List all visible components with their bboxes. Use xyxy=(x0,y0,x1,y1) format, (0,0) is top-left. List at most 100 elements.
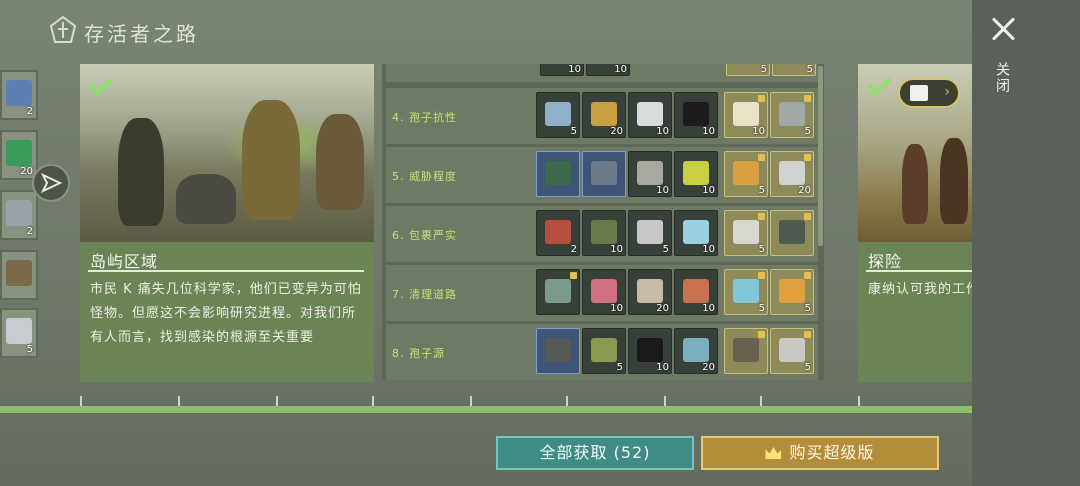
reward-slot[interactable]: 10 xyxy=(724,92,768,138)
reward-slot[interactable]: 5 xyxy=(724,210,768,256)
item-count: 10 xyxy=(610,244,623,255)
reward-row-label: 4. 孢子抗性 xyxy=(392,111,457,124)
completed-check-icon xyxy=(88,70,114,96)
progress-tick xyxy=(178,396,180,406)
notes-button[interactable]: › xyxy=(898,78,960,108)
reward-slot[interactable]: 10 xyxy=(628,328,672,374)
reward-row-partial: 10 10 5 5 xyxy=(386,64,818,82)
reward-slot[interactable]: 20 xyxy=(674,328,718,374)
item-count: 10 xyxy=(702,244,715,255)
assault-rifle-icon xyxy=(779,220,805,244)
item-count: 10 xyxy=(752,126,765,137)
reward-slot[interactable]: 5 xyxy=(582,328,626,374)
progress-track xyxy=(0,396,972,413)
item-count: 2 xyxy=(570,244,577,255)
item-count: 10 xyxy=(702,303,715,314)
reward-slot[interactable] xyxy=(536,269,580,315)
left-reward-slot[interactable]: 20 xyxy=(0,130,38,180)
reward-slot[interactable]: 5 xyxy=(724,269,768,315)
reward-slot[interactable]: 20 xyxy=(582,92,626,138)
reward-slot[interactable]: 10 xyxy=(582,269,626,315)
reward-list-scrollbar[interactable] xyxy=(818,66,823,246)
spring-icon xyxy=(637,220,663,244)
wire-coil-icon xyxy=(683,338,709,362)
progress-tick xyxy=(760,396,762,406)
jerry-can-icon xyxy=(591,338,617,362)
reward-slot[interactable]: 10 xyxy=(674,92,718,138)
reward-slot[interactable]: 5 xyxy=(770,328,814,374)
left-reward-slot[interactable]: 2 xyxy=(0,70,38,120)
paper-icon xyxy=(733,102,759,126)
inhaler-icon xyxy=(733,279,759,303)
reward-slot[interactable]: 20 xyxy=(628,269,672,315)
chapter-card-island[interactable]: 岛屿区域 市民 K 痛失几位科学家，他们已变异为可怕怪物。但愿这不会影响研究进程… xyxy=(80,64,374,382)
item-count: 5 xyxy=(570,126,577,137)
page-title: 存活者之路 xyxy=(84,22,199,46)
sniper-rifle-icon xyxy=(733,338,759,362)
reward-slot[interactable]: 10 xyxy=(628,151,672,197)
close-label[interactable]: 关闭 xyxy=(994,62,1012,94)
title-divider xyxy=(866,270,972,272)
reward-slot[interactable] xyxy=(724,328,768,374)
lock-icon xyxy=(758,272,765,279)
armor-vest-icon xyxy=(545,161,571,185)
reward-slot[interactable]: 20 xyxy=(770,151,814,197)
reward-slot[interactable]: 10 xyxy=(586,64,630,76)
item-count: 5 xyxy=(804,362,811,373)
medkit-bag-icon xyxy=(591,220,617,244)
lock-icon xyxy=(758,95,765,102)
reward-slot[interactable] xyxy=(536,151,580,197)
reward-list[interactable]: 10 10 5 5 4. 孢子抗性 5 20 10 10 10 5 5. 威胁程度 10 10 5 2… xyxy=(382,64,824,380)
engine-part-icon xyxy=(637,102,663,126)
reward-slot[interactable]: 5 xyxy=(536,92,580,138)
reward-slot[interactable] xyxy=(770,210,814,256)
reward-row: 8. 孢子源 5 10 20 5 xyxy=(386,324,818,380)
reward-slot[interactable]: 5 xyxy=(772,64,816,76)
reward-slot[interactable]: 10 xyxy=(674,151,718,197)
item-count: 10 xyxy=(610,303,623,314)
reward-slot[interactable] xyxy=(536,328,580,374)
completed-check-icon xyxy=(866,70,892,96)
lock-icon xyxy=(804,213,811,220)
reward-row: 7. 清理道路 10 20 10 5 5 xyxy=(386,265,818,321)
reward-row: 6. 包裹严实 2 10 5 10 5 xyxy=(386,206,818,262)
reward-slot[interactable]: 10 xyxy=(674,210,718,256)
item-count: 5 xyxy=(616,362,623,373)
item-thumbnail-icon xyxy=(6,140,32,166)
progress-tick xyxy=(372,396,374,406)
left-reward-slot[interactable]: 2 xyxy=(0,190,38,240)
reward-slot[interactable]: 10 xyxy=(628,92,672,138)
reward-slot[interactable]: 2 xyxy=(536,210,580,256)
reward-slot[interactable]: 10 xyxy=(582,210,626,256)
right-rail xyxy=(972,0,1080,486)
reward-slot[interactable] xyxy=(582,151,626,197)
claim-all-button[interactable]: 全部获取 (52) xyxy=(496,436,694,470)
close-icon[interactable] xyxy=(988,14,1020,46)
reward-row-label: 8. 孢子源 xyxy=(392,347,445,360)
buy-premium-button[interactable]: 购买超级版 xyxy=(701,436,939,470)
reward-slot[interactable]: 10 xyxy=(540,64,584,76)
item-count: 5 xyxy=(758,303,765,314)
chapter-card-expedition[interactable]: › 探险 康纳认可我的工作，相信这片土地会繁荣发展下去 xyxy=(858,64,972,382)
previous-chapter-button[interactable] xyxy=(32,164,70,202)
metal-ingot-icon xyxy=(545,102,571,126)
reward-slot[interactable]: 5 xyxy=(770,92,814,138)
reward-slot[interactable]: 5 xyxy=(770,269,814,315)
reward-slot[interactable]: 5 xyxy=(628,210,672,256)
reward-slot[interactable]: 5 xyxy=(724,151,768,197)
progress-tick xyxy=(80,396,82,406)
herb-icon xyxy=(591,102,617,126)
reward-slot[interactable]: 10 xyxy=(674,269,718,315)
reward-slot[interactable]: 5 xyxy=(726,64,770,76)
chapter-title: 岛屿区域 xyxy=(90,252,159,271)
item-thumbnail-icon xyxy=(6,200,32,226)
lock-icon xyxy=(804,272,811,279)
brain-icon xyxy=(591,279,617,303)
item-count: 10 xyxy=(568,64,581,75)
survivor-emblem-icon xyxy=(50,16,76,43)
left-reward-slot[interactable]: 5 xyxy=(0,308,38,358)
left-reward-slot[interactable] xyxy=(0,250,38,300)
lens-icon xyxy=(779,102,805,126)
item-count: 5 xyxy=(804,126,811,137)
runner-figure xyxy=(940,138,968,224)
